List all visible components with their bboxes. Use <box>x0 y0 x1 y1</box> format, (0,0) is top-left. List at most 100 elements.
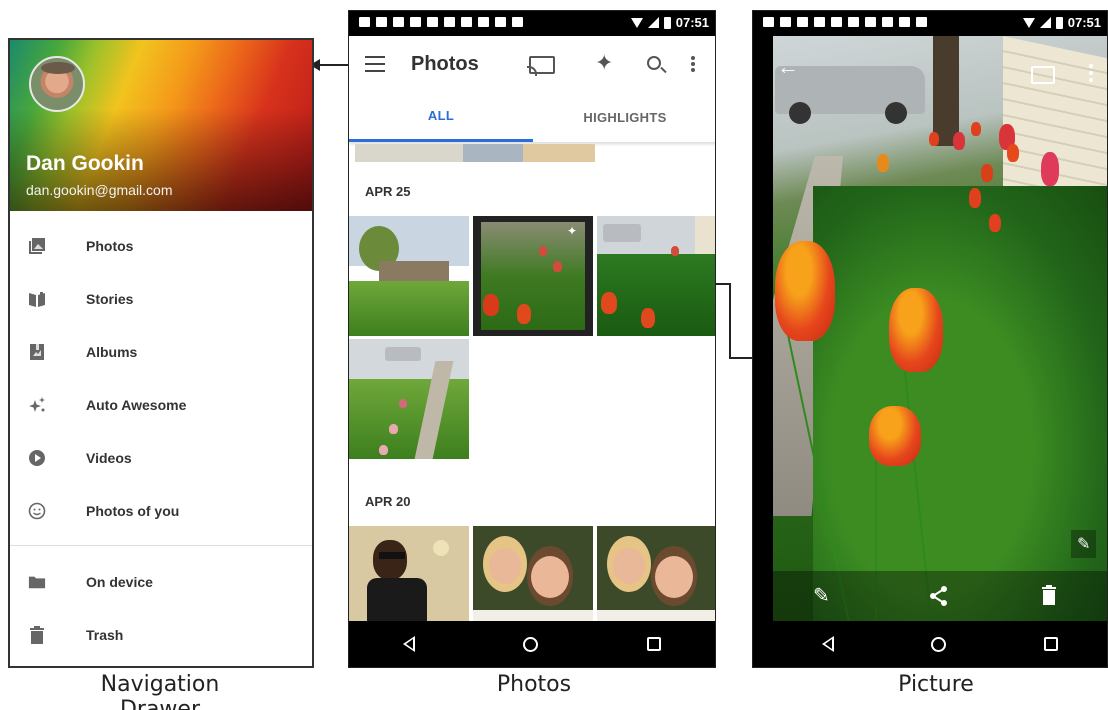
photo-thumbnail[interactable]: ✦ <box>473 216 593 336</box>
notification-icon <box>848 17 859 27</box>
notification-icon <box>831 17 842 27</box>
notification-icon <box>763 17 774 27</box>
drawer-item-videos[interactable]: Videos <box>10 432 312 484</box>
drawer-divider <box>10 545 312 546</box>
tree-trunk <box>933 36 959 146</box>
recents-button-icon[interactable] <box>646 637 661 651</box>
picture-action-bar: ✎ <box>773 571 1107 623</box>
drawer-item-photos[interactable]: Photos <box>10 220 312 272</box>
stories-icon <box>28 290 46 308</box>
trash-icon <box>28 626 46 644</box>
auto-awesome-icon[interactable]: ✦ <box>595 50 613 76</box>
tulip <box>929 132 939 146</box>
tulip <box>869 406 921 466</box>
tulip <box>1007 144 1019 162</box>
home-button-icon[interactable] <box>931 636 947 652</box>
auto-awesome-badge-icon: ✦ <box>567 224 578 238</box>
auto-fix-icon[interactable]: ✎ <box>1071 530 1097 558</box>
status-right: 07:51 <box>630 15 709 30</box>
back-button-icon[interactable] <box>821 636 834 652</box>
tulip-bed <box>813 186 1107 623</box>
cast-icon[interactable] <box>527 56 555 76</box>
status-right: 07:51 <box>1022 15 1101 30</box>
wifi-icon <box>1022 17 1035 28</box>
notification-icon <box>444 17 455 27</box>
photos-phone: 07:51 Photos ✦ ALL HIGHLIGHTS APR 25 ✦ A… <box>348 10 716 668</box>
notification-icon <box>865 17 876 27</box>
notification-icons <box>359 17 523 27</box>
share-icon[interactable] <box>929 585 949 612</box>
photo-thumbnail[interactable] <box>473 526 593 623</box>
photo-thumbnail[interactable] <box>597 216 715 336</box>
avatar[interactable] <box>29 56 85 112</box>
truck-wheel <box>789 102 811 124</box>
signal-icon <box>1039 17 1051 28</box>
tulip <box>877 154 889 172</box>
drawer-item-photos-of-you[interactable]: Photos of you <box>10 485 312 537</box>
truck-wheel <box>885 102 907 124</box>
battery-icon <box>1055 16 1063 29</box>
status-time: 07:51 <box>1067 15 1101 30</box>
photos-icon <box>28 237 46 255</box>
caption-photos: Photos <box>496 672 572 697</box>
notification-icon <box>393 17 404 27</box>
picture-phone: 07:51 ← ✎ ✎ <box>752 10 1108 668</box>
system-navigation-bar <box>753 621 1107 667</box>
home-button-icon[interactable] <box>523 636 539 652</box>
search-icon[interactable] <box>647 56 661 70</box>
drawer-header: Dan Gookin dan.gookin@gmail.com <box>10 40 312 211</box>
tulip <box>971 122 981 136</box>
drawer-item-auto-awesome[interactable]: Auto Awesome <box>10 379 312 431</box>
date-header: APR 25 <box>365 184 411 199</box>
overflow-menu-icon[interactable] <box>691 56 695 72</box>
tulip <box>1041 152 1059 186</box>
notification-icon <box>882 17 893 27</box>
photos-content: Photos ✦ ALL HIGHLIGHTS APR 25 ✦ APR 20 <box>349 36 715 623</box>
overflow-menu-icon[interactable] <box>1089 64 1093 82</box>
notification-icon <box>814 17 825 27</box>
photo-thumbnail[interactable] <box>349 339 469 459</box>
recents-button-icon[interactable] <box>1044 637 1059 651</box>
drawer-item-stories[interactable]: Stories <box>10 273 312 325</box>
drawer-item-on-device[interactable]: On device <box>10 556 312 608</box>
delete-icon[interactable] <box>1041 585 1057 610</box>
back-button-icon[interactable] <box>403 636 416 652</box>
cast-icon[interactable] <box>1031 66 1055 84</box>
photo-thumbnail[interactable] <box>349 216 469 336</box>
tulip <box>969 188 981 208</box>
auto-awesome-icon <box>28 396 46 414</box>
notification-icon <box>478 17 489 27</box>
tab-all[interactable]: ALL <box>349 92 533 142</box>
photo-thumbnail[interactable] <box>349 526 469 623</box>
notification-icon <box>410 17 421 27</box>
back-arrow-icon[interactable]: ← <box>777 54 799 80</box>
signal-icon <box>647 17 659 28</box>
notification-icon <box>359 17 370 27</box>
system-navigation-bar <box>349 621 715 667</box>
full-size-picture[interactable]: ← ✎ ✎ <box>773 36 1107 623</box>
notification-icon <box>427 17 438 27</box>
edit-icon[interactable]: ✎ <box>813 583 830 608</box>
tab-bar: ALL HIGHLIGHTS <box>349 92 715 142</box>
notification-icon <box>797 17 808 27</box>
status-bar: 07:51 <box>349 11 715 36</box>
drawer-item-label: Stories <box>86 291 134 307</box>
avatar-hair <box>41 62 75 74</box>
date-header: APR 20 <box>365 494 411 509</box>
notification-icon <box>899 17 910 27</box>
videos-icon <box>28 449 46 467</box>
menu-icon[interactable] <box>365 56 385 72</box>
drawer-item-label: Photos of you <box>86 503 180 519</box>
app-title: Photos <box>411 53 479 75</box>
status-bar: 07:51 <box>753 11 1107 36</box>
tulip <box>889 288 943 372</box>
drawer-item-trash[interactable]: Trash <box>10 609 312 661</box>
drawer-item-albums[interactable]: Albums <box>10 326 312 378</box>
photo-thumbnail[interactable] <box>597 526 715 623</box>
partial-thumbnail-row <box>355 144 595 162</box>
drawer-item-label: Photos <box>86 238 134 254</box>
drawer-item-label: Auto Awesome <box>86 397 187 413</box>
tab-highlights[interactable]: HIGHLIGHTS <box>533 92 715 142</box>
download-icon <box>916 17 927 27</box>
account-email[interactable]: dan.gookin@gmail.com <box>26 182 173 198</box>
